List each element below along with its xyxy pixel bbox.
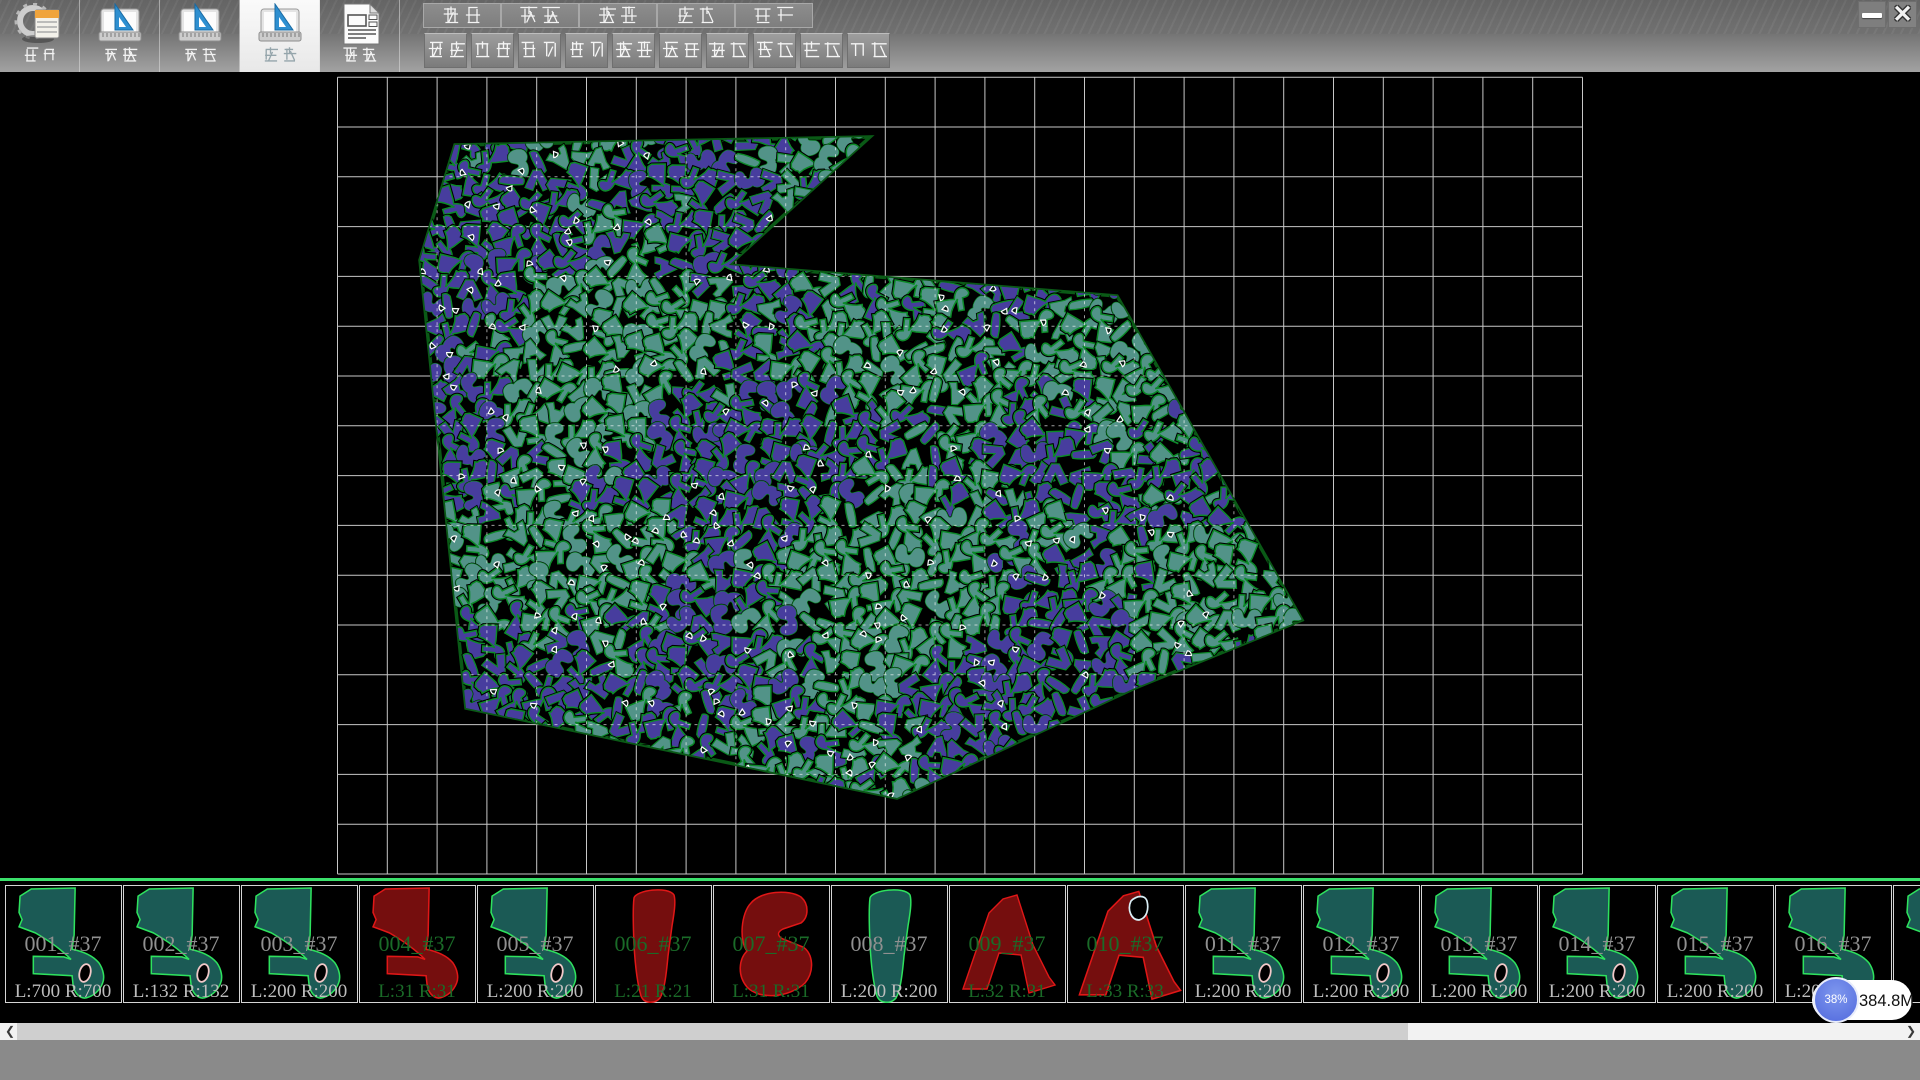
svg-text:L:200 R:200: L:200 R:200 [1549,981,1646,1002]
svg-text:006_#37: 006_#37 [615,931,692,956]
svg-text:005_#37: 005_#37 [497,931,574,956]
svg-text:003_#37: 003_#37 [261,931,338,956]
svg-text:L:200 R:200: L:200 R:200 [251,981,348,1002]
svg-text:010_#37: 010_#37 [1087,931,1164,956]
svg-text:L:200 R:200: L:200 R:200 [1313,981,1410,1002]
svg-text:011_#37: 011_#37 [1205,931,1281,956]
svg-text:013_#37: 013_#37 [1441,931,1518,956]
svg-text:L:700 R:700: L:700 R:700 [15,981,112,1002]
svg-text:L:200 R:200: L:200 R:200 [1195,981,1292,1002]
svg-text:L:200 R:200: L:200 R:200 [1667,981,1764,1002]
svg-text:L:200 R:200: L:200 R:200 [487,981,584,1002]
svg-text:012_#37: 012_#37 [1323,931,1400,956]
svg-text:L:200 R:200: L:200 R:200 [1431,981,1528,1002]
svg-text:016_#37: 016_#37 [1795,931,1872,956]
svg-text:007_#37: 007_#37 [733,931,810,956]
svg-text:015_#37: 015_#37 [1677,931,1754,956]
svg-text:L:32 R:31: L:32 R:31 [968,981,1046,1002]
svg-text:L:31 R:31: L:31 R:31 [378,981,456,1002]
svg-text:L:31 R:31: L:31 R:31 [732,981,810,1002]
svg-text:L:200 R:200: L:200 R:200 [841,981,938,1002]
svg-text:009_#37: 009_#37 [969,931,1046,956]
svg-text:L:33 R:33: L:33 R:33 [1086,981,1164,1002]
svg-text:014_#37: 014_#37 [1559,931,1636,956]
svg-text:L:132 R:132: L:132 R:132 [133,981,230,1002]
svg-text:008_#37: 008_#37 [851,931,928,956]
svg-text:002_#37: 002_#37 [143,931,220,956]
svg-text:004_#37: 004_#37 [379,931,456,956]
svg-text:001_#37: 001_#37 [25,931,102,956]
svg-text:L:21 R:21: L:21 R:21 [614,981,692,1002]
